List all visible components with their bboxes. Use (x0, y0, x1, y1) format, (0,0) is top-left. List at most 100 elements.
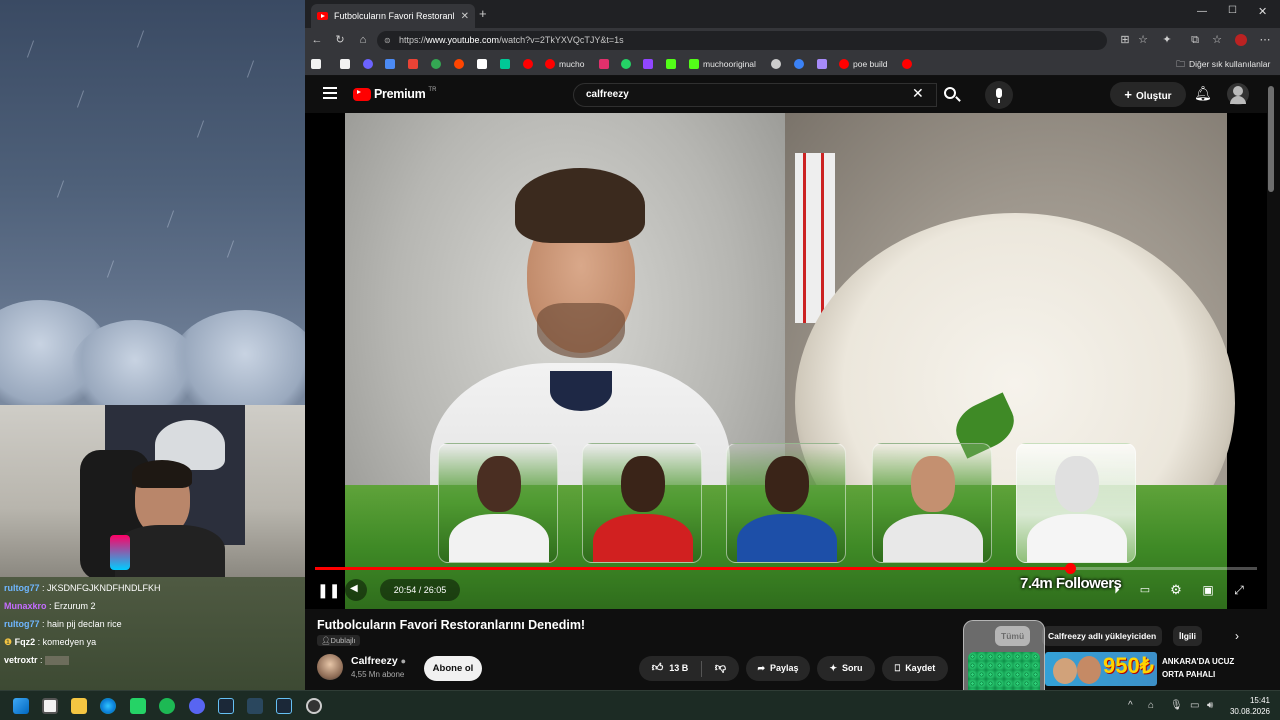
bookmark-item[interactable] (794, 57, 804, 71)
task-view-icon[interactable] (42, 698, 58, 714)
bookmark-item[interactable] (666, 57, 676, 71)
pause-icon[interactable]: ❚❚ (317, 581, 340, 599)
bookmark-item[interactable] (902, 57, 912, 71)
bookmark-item[interactable] (311, 57, 321, 71)
bookmark-poe-build[interactable]: poe build (839, 57, 888, 71)
fullscreen-icon[interactable]: ⤢ (1230, 581, 1248, 599)
save-button[interactable]: ⎕ Kaydet (882, 656, 948, 681)
discord-icon[interactable] (189, 698, 205, 714)
subtitles-icon[interactable]: ▭ (1136, 581, 1154, 599)
tab-youtube[interactable]: Futbolcuların Favori Restoranlı ✕ (311, 4, 475, 28)
recommended-video[interactable]: 950₺ ANKARA'DA UCUZ ORTA PAHALI (1045, 650, 1270, 690)
bookmark-icon: ⎕ (894, 663, 901, 673)
channel-name[interactable]: Calfreezy ● (351, 655, 406, 667)
extensions-icon[interactable]: ✦ (1161, 34, 1173, 46)
bookmark-favicon-icon (311, 59, 321, 69)
bookmark-item[interactable] (477, 57, 487, 71)
back-icon[interactable]: ← (311, 34, 323, 46)
progress-bar[interactable] (315, 563, 1257, 574)
subscribe-button[interactable]: Abone ol (424, 656, 482, 681)
autoplay-icon[interactable]: ⏵ (1108, 581, 1126, 599)
chip-related[interactable]: İlgili (1173, 626, 1202, 646)
create-button[interactable]: + Oluştur (1110, 82, 1186, 107)
minimize-icon[interactable]: — (1197, 6, 1207, 17)
chat-message: rultog77 : JKSDNFGJKNDFHNDLFKH (4, 583, 161, 593)
split-screen-icon[interactable]: ⧉ (1189, 34, 1201, 46)
avatar-button[interactable] (1227, 83, 1249, 105)
dislike-button[interactable]: 👎︎ (702, 656, 739, 681)
app-icon[interactable]: ⊞ (1119, 34, 1131, 46)
bookmark-item[interactable] (431, 57, 441, 71)
share-button[interactable]: ➦ Paylaş (746, 656, 810, 681)
channel-avatar[interactable] (317, 654, 343, 680)
close-window-icon[interactable]: ✕ (1258, 5, 1267, 18)
chip-label: İlgili (1179, 631, 1196, 641)
reload-icon[interactable]: ↻ (334, 34, 346, 46)
plus-icon: + (1124, 87, 1133, 102)
notifications-bell-icon[interactable]: 🔔︎ (1194, 85, 1212, 102)
person-icon: 👤︎ (321, 636, 331, 645)
bookmark-item[interactable] (621, 57, 631, 71)
home-icon[interactable]: ⌂ (357, 34, 369, 46)
page-scrollbar[interactable] (1268, 86, 1274, 192)
close-tab-icon[interactable]: ✕ (461, 11, 469, 22)
bookmark-item[interactable] (408, 57, 418, 71)
bookmark-item[interactable] (340, 57, 350, 71)
footballer-card (726, 443, 846, 563)
whatsapp-icon[interactable] (130, 698, 146, 714)
steam-icon[interactable] (276, 698, 292, 714)
video-title: Futbolcuların Favori Restoranlarını Dene… (317, 618, 586, 632)
like-button[interactable]: 👍︎ 13 B (639, 656, 701, 681)
network-icon[interactable]: ⌂ (1148, 700, 1154, 711)
microphone-icon[interactable]: 🎙︎ (1170, 700, 1183, 711)
youtube-logo[interactable]: Premium TR (353, 87, 436, 101)
speaker-icon[interactable]: 🔊︎ (1207, 700, 1213, 711)
bookmark-item[interactable] (523, 57, 533, 71)
maximize-icon[interactable]: ☐ (1228, 5, 1237, 16)
edge-browser-icon[interactable] (100, 698, 116, 714)
voice-search-button[interactable] (985, 81, 1013, 109)
bookmark-item[interactable] (599, 57, 609, 71)
other-bookmarks[interactable]: 🗀 Diğer sık kullanılanlar (1176, 57, 1270, 71)
video-player[interactable]: ❚❚ ◀ 20:54 / 26:05 7.4m Followers ⏵ ▭ ⚙ … (305, 113, 1267, 609)
bookmark-item[interactable] (500, 57, 510, 71)
bookmark-item[interactable] (454, 57, 464, 71)
bookmark-item[interactable] (385, 57, 395, 71)
settings-gear-icon[interactable]: ⚙ (1167, 581, 1185, 599)
more-icon[interactable]: ⋯ (1259, 34, 1271, 46)
display-icon[interactable]: ▭ (1190, 700, 1199, 711)
dubbed-label: Dublajlı (330, 636, 356, 645)
spotify-icon[interactable] (159, 698, 175, 714)
other-bookmarks-label: Diğer sık kullanılanlar (1189, 59, 1271, 69)
file-explorer-icon[interactable] (71, 698, 87, 714)
tray-chevron-icon[interactable]: ^ (1128, 700, 1133, 711)
app-icon[interactable] (247, 698, 263, 714)
bookmark-muchooriginal[interactable]: muchooriginal (689, 57, 756, 71)
bookmark-item[interactable] (643, 57, 653, 71)
bookmark-favicon-icon (340, 59, 350, 69)
site-info-icon[interactable]: ⊜ (384, 31, 391, 50)
chip-from-uploader[interactable]: Calfreezy adlı yükleyiciden (1042, 626, 1163, 646)
theater-mode-icon[interactable]: ▣ (1199, 581, 1217, 599)
clear-search-icon[interactable]: ✕ (912, 85, 924, 102)
new-tab-icon[interactable]: + (479, 6, 487, 21)
bookmark-mucho[interactable]: mucho (545, 57, 585, 71)
obs-icon[interactable] (306, 698, 322, 714)
ask-button[interactable]: ✦ Soru (817, 656, 875, 681)
bookmark-item[interactable] (771, 57, 781, 71)
steam-icon[interactable] (218, 698, 234, 714)
menu-icon[interactable] (323, 87, 337, 99)
bookmark-item[interactable] (817, 57, 827, 71)
favorite-star-icon[interactable]: ☆ (1137, 34, 1149, 46)
bookmark-item[interactable] (363, 57, 373, 71)
profile-icon[interactable] (1235, 34, 1247, 46)
subscriber-count: 4,55 Mn abone (351, 670, 405, 679)
system-clock[interactable]: 15:41 30.08.2026 (1222, 695, 1270, 717)
start-windows-icon[interactable] (13, 698, 29, 714)
chevron-right-icon[interactable]: › (1235, 629, 1239, 643)
url-bar[interactable]: ⊜ https://www.youtube.com/watch?v=2TkYXV… (377, 31, 1107, 50)
search-input[interactable]: calfreezy (573, 83, 937, 107)
favorites-icon[interactable]: ☆ (1211, 34, 1223, 46)
volume-button[interactable]: ◀ (345, 579, 367, 601)
search-icon[interactable] (941, 84, 963, 106)
